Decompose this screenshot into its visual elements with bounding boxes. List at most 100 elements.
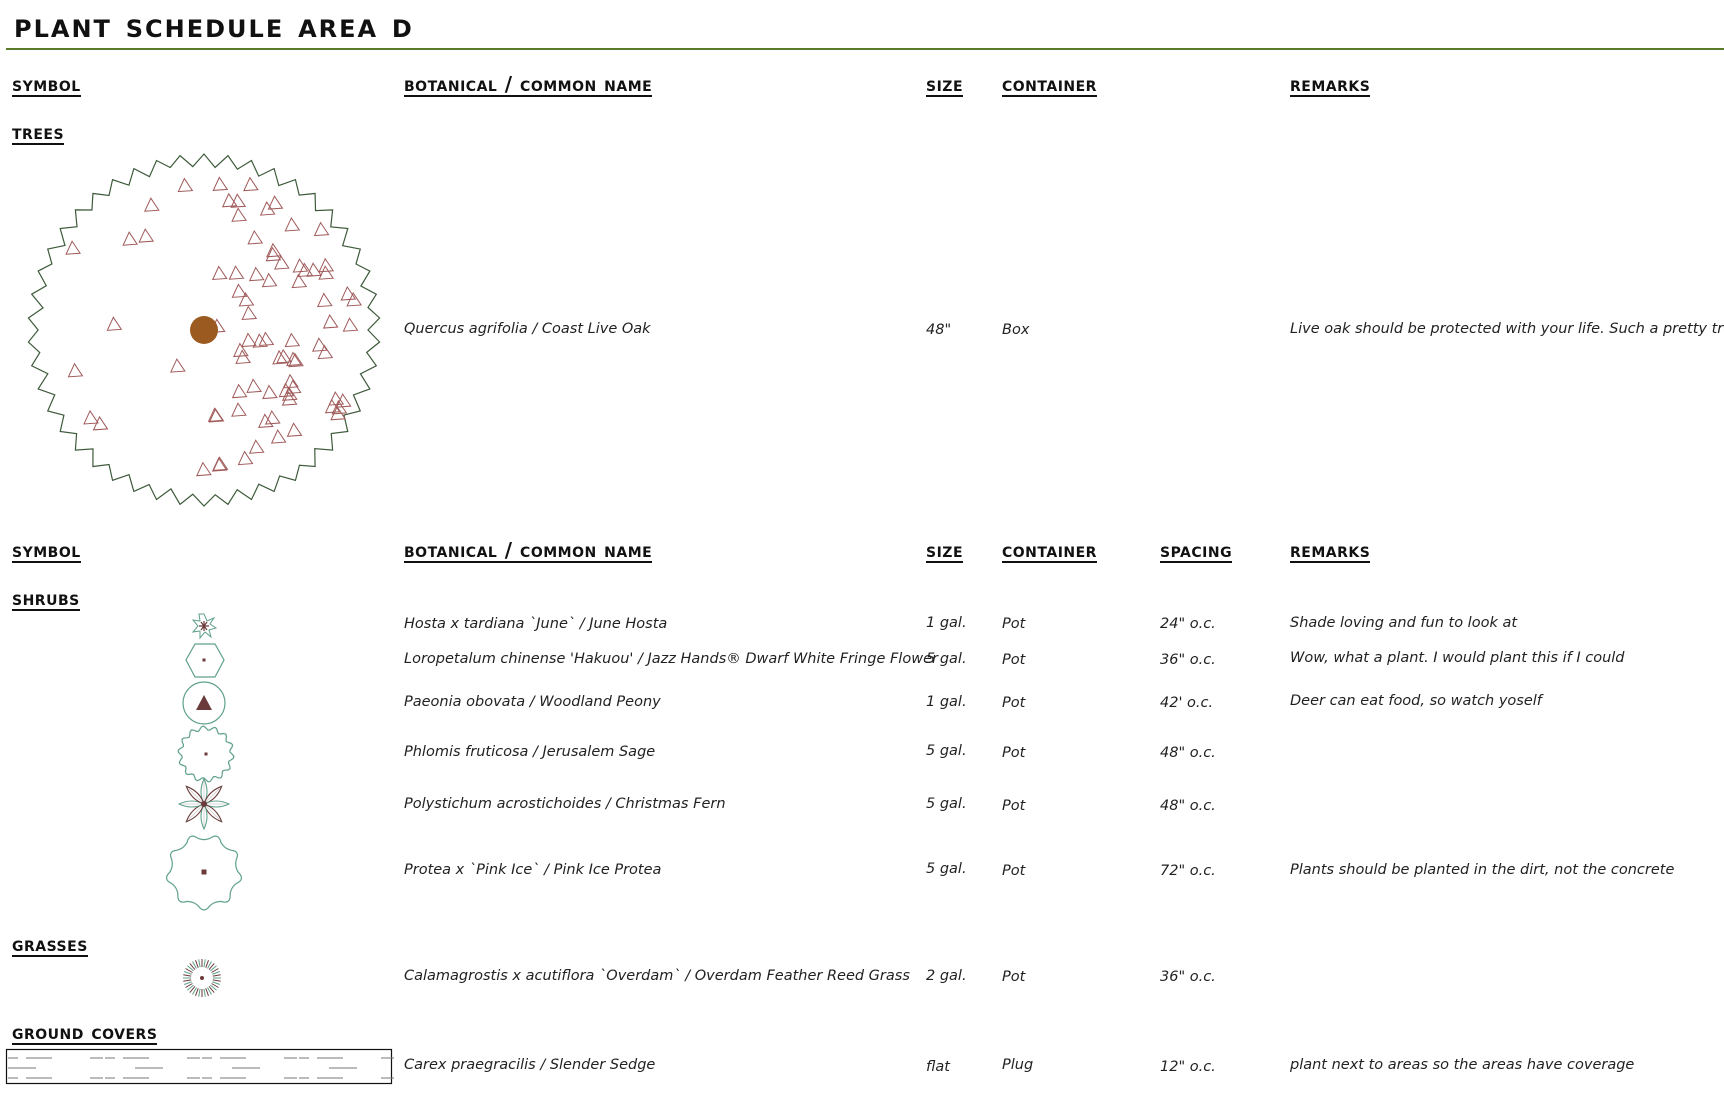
tree-foliage-mark — [235, 349, 251, 365]
plant-spacing: 12" o.c. — [1160, 1059, 1216, 1075]
tree-foliage-mark — [212, 176, 229, 191]
plant-header-remarks: Remarks — [1290, 538, 1371, 563]
tree-foliage-mark — [144, 197, 160, 212]
tree-foliage-mark — [211, 265, 228, 281]
tree-trunk-mark — [190, 316, 218, 344]
plant-spacing: 36" o.c. — [1160, 969, 1216, 985]
plant-size: 1 gal. — [926, 615, 967, 631]
tree-foliage-mark — [106, 316, 123, 331]
tree-foliage-mark — [231, 402, 247, 417]
tree-size: 48" — [926, 322, 952, 338]
tree-foliage-mark — [318, 257, 335, 273]
tree-foliage-mark — [67, 362, 84, 378]
tree-foliage-mark — [170, 358, 186, 373]
tree-foliage-mark — [286, 422, 303, 437]
section-label-shrubs: Shrubs — [12, 586, 80, 611]
tree-container: Box — [1002, 322, 1030, 338]
tree-foliage-mark — [258, 331, 275, 347]
plant-spacing: 42' o.c. — [1160, 695, 1214, 711]
plant-container: Pot — [1002, 695, 1026, 711]
tree-foliage-mark — [322, 314, 339, 329]
plant-size: 5 gal. — [926, 651, 967, 667]
plant-container: Pot — [1002, 863, 1026, 879]
tree-foliage-mark — [238, 291, 255, 307]
tree-foliage-mark — [177, 177, 194, 193]
coast-live-oak-symbol — [27, 153, 381, 507]
plant-container: Pot — [1002, 798, 1026, 814]
plant-header-container: Container — [1002, 538, 1097, 563]
tree-foliage-mark — [261, 272, 278, 288]
plant-spacing: 24" o.c. — [1160, 616, 1216, 632]
plant-name: Protea x `Pink Ice` / Pink Ice Protea — [404, 862, 662, 878]
tree-foliage-mark — [196, 461, 212, 477]
christmas-fern-symbol — [177, 777, 231, 831]
plant-spacing: 48" o.c. — [1160, 745, 1216, 761]
plant-container: Pot — [1002, 652, 1026, 668]
plant-header-size: Size — [926, 538, 964, 563]
plant-remarks: plant next to areas so the areas have co… — [1290, 1057, 1635, 1073]
plant-remarks: Wow, what a plant. I would plant this if… — [1290, 650, 1625, 666]
tree-foliage-mark — [241, 332, 257, 348]
tree-name: Quercus agrifolia / Coast Live Oak — [404, 321, 651, 337]
tree-foliage-mark — [83, 409, 99, 425]
plant-remarks: Plants should be planted in the dirt, no… — [1290, 862, 1675, 878]
tree-foliage-mark — [284, 332, 301, 348]
reed-grass-symbol — [183, 959, 221, 997]
plant-header-name: Botanical / Common Name — [404, 538, 653, 563]
plant-size: 5 gal. — [926, 796, 967, 812]
tree-foliage-mark — [313, 221, 330, 237]
plant-size: flat — [926, 1059, 950, 1075]
plant-spacing: 72" o.c. — [1160, 863, 1216, 879]
tree-foliage-mark — [317, 344, 334, 360]
tree-foliage-mark — [264, 409, 281, 425]
tree-foliage-mark — [270, 429, 287, 444]
tree-foliage-mark — [248, 266, 265, 282]
tree-foliage-mark — [243, 176, 259, 192]
loropetalum-symbol — [185, 643, 225, 678]
tree-foliage-mark — [342, 317, 359, 332]
tree-remarks: Live oak should be protected with your l… — [1290, 321, 1724, 337]
tree-foliage-mark — [231, 207, 247, 222]
tree-header-symbol: Symbol — [12, 72, 81, 97]
plant-name: Paeonia obovata / Woodland Peony — [404, 694, 661, 710]
tree-foliage-mark — [262, 384, 278, 400]
plant-size: 5 gal. — [926, 861, 967, 877]
tree-foliage-mark — [284, 216, 301, 232]
plant-name: Polystichum acrostichoides / Christmas F… — [404, 796, 726, 812]
tree-header-size: Size — [926, 72, 964, 97]
tree-header-remarks: Remarks — [1290, 72, 1371, 97]
jerusalem-sage-symbol — [177, 725, 235, 783]
plant-header-spacing: Spacing — [1160, 538, 1233, 563]
section-label-grasses: Grasses — [12, 932, 88, 957]
plant-size: 1 gal. — [926, 694, 967, 710]
tree-foliage-mark — [233, 342, 249, 358]
plant-name: Hosta x tardiana `June` / June Hosta — [404, 616, 668, 632]
tree-foliage-mark — [311, 337, 328, 352]
protea-symbol — [165, 835, 243, 911]
plant-container: Pot — [1002, 616, 1026, 632]
page-title: Plant Schedule Area D — [14, 6, 414, 46]
section-label-ground-covers: Ground Covers — [12, 1020, 158, 1045]
plant-spacing: 36" o.c. — [1160, 652, 1216, 668]
title-divider — [6, 48, 1724, 50]
plant-container: Pot — [1002, 969, 1026, 985]
plant-name: Calamagrostis x acutiflora `Overdam` / O… — [404, 968, 910, 984]
plant-header-symbol: Symbol — [12, 538, 81, 563]
tree-foliage-mark — [231, 383, 248, 399]
tree-header-name: Botanical / Common Name — [404, 72, 653, 97]
tree-foliage-mark — [306, 262, 322, 277]
hosta-symbol — [191, 613, 218, 640]
tree-foliage-mark — [241, 305, 258, 321]
plant-container: Plug — [1002, 1057, 1034, 1073]
tree-foliage-mark — [228, 265, 245, 280]
tree-foliage-mark — [247, 229, 264, 245]
plant-container: Pot — [1002, 745, 1026, 761]
tree-foliage-mark — [138, 228, 155, 243]
tree-foliage-mark — [248, 439, 265, 454]
plant-name: Loropetalum chinense 'Hakuou' / Jazz Han… — [404, 651, 938, 667]
tree-foliage-mark — [274, 255, 290, 270]
plant-name: Carex praegracilis / Slender Sedge — [404, 1057, 656, 1073]
tree-header-container: Container — [1002, 72, 1097, 97]
tree-foliage-mark — [258, 413, 274, 428]
plant-remarks: Shade loving and fun to look at — [1290, 615, 1518, 631]
